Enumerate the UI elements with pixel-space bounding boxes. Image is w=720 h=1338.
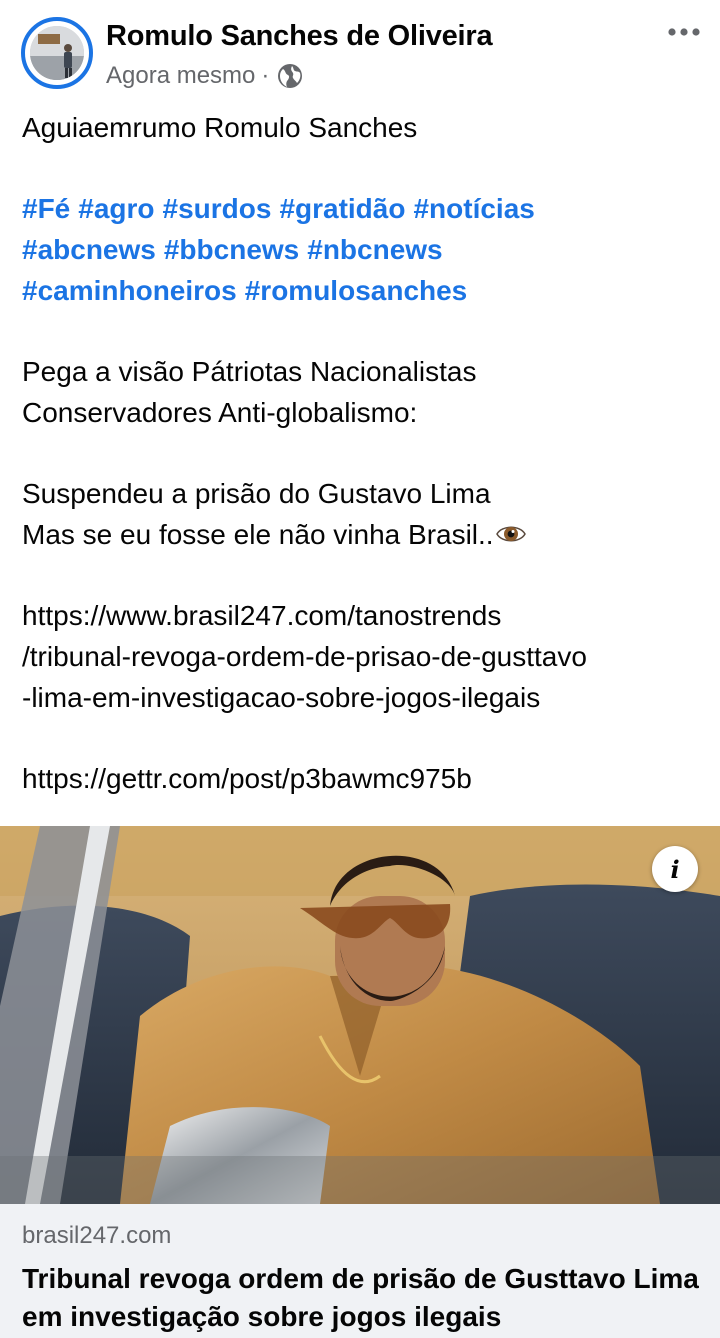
post-header: Romulo Sanches de Oliveira Agora mesmo ·	[0, 0, 720, 100]
hashtag-block: #Fé #agro #surdos #gratidão #notícias #abcne…	[22, 189, 702, 311]
hashtag-link[interactable]: #caminhoneiros	[22, 275, 237, 306]
hashtag-line: #Fé #agro #surdos #gratidão #notícias	[22, 189, 702, 230]
text-line: Suspendeu a prisão do Gustavo Lima	[22, 478, 491, 510]
link-preview-card[interactable]: brasil247.com Tribunal revoga ordem de p…	[0, 1204, 720, 1338]
hashtag-line: #abcnews #bbcnews #nbcnews	[22, 230, 702, 271]
url-line[interactable]: https://www.brasil247.com/tanostrends	[22, 596, 702, 637]
more-horizontal-icon	[668, 28, 700, 36]
post-paragraph: Suspendeu a prisão do Gustavo Lima Mas s…	[22, 474, 702, 555]
preview-photo	[0, 826, 720, 1204]
info-button[interactable]: i	[652, 846, 698, 892]
meta-separator: ·	[261, 62, 270, 89]
avatar[interactable]	[30, 26, 84, 80]
post-paragraph: Pega a visão Pátriotas Nacionalistas Con…	[22, 352, 702, 433]
eye-emoji-icon	[495, 526, 526, 542]
hashtag-link[interactable]: #bbcnews	[164, 234, 299, 265]
more-options-button[interactable]	[664, 14, 704, 50]
link-domain: brasil247.com	[22, 1222, 172, 1249]
author-name[interactable]: Romulo Sanches de Oliveira	[106, 20, 493, 53]
url-link[interactable]: https://www.brasil247.com/tanostrends /t…	[22, 596, 702, 718]
post-intro: Aguiaemrumo Romulo Sanches	[22, 112, 418, 143]
hashtag-link[interactable]: #nbcnews	[307, 234, 442, 265]
link-headline[interactable]: Tribunal revoga ordem de prisão de Gustt…	[22, 1260, 712, 1336]
hashtag-link[interactable]: #gratidão	[279, 193, 405, 224]
hashtag-link[interactable]: #surdos	[163, 193, 272, 224]
text-line: Mas se eu fosse ele não vinha Brasil..	[22, 515, 702, 556]
url-link[interactable]: https://gettr.com/post/p3bawmc975b	[22, 759, 702, 800]
author-avatar-ring[interactable]	[21, 17, 93, 89]
post-body: Aguiaemrumo Romulo Sanches #Fé #agro #surd…	[22, 108, 702, 800]
post-timestamp[interactable]: Agora mesmo	[106, 62, 255, 90]
text-line: Conservadores Anti-globalismo:	[22, 396, 418, 428]
hashtag-line: #caminhoneiros #romulosanches	[22, 271, 702, 312]
url-line[interactable]: -lima-em-investigacao-sobre-jogos-ilegai…	[22, 678, 702, 719]
text-span: Mas se eu fosse ele não vinha Brasil..	[22, 518, 494, 550]
hashtag-link[interactable]: #notícias	[413, 193, 534, 224]
link-preview-image[interactable]	[0, 826, 720, 1204]
avatar-photo	[30, 26, 84, 80]
hashtag-link[interactable]: #romulosanches	[245, 275, 468, 306]
hashtag-link[interactable]: #abcnews	[22, 234, 156, 265]
hashtag-link[interactable]: #agro	[78, 193, 154, 224]
hashtag-link[interactable]: #Fé	[22, 193, 70, 224]
text-line: Pega a visão Pátriotas Nacionalistas	[22, 356, 477, 388]
post-meta: Agora mesmo ·	[106, 62, 303, 90]
url-line[interactable]: /tribunal-revoga-ordem-de-prisao-de-gust…	[22, 637, 702, 678]
globe-icon	[278, 64, 303, 88]
